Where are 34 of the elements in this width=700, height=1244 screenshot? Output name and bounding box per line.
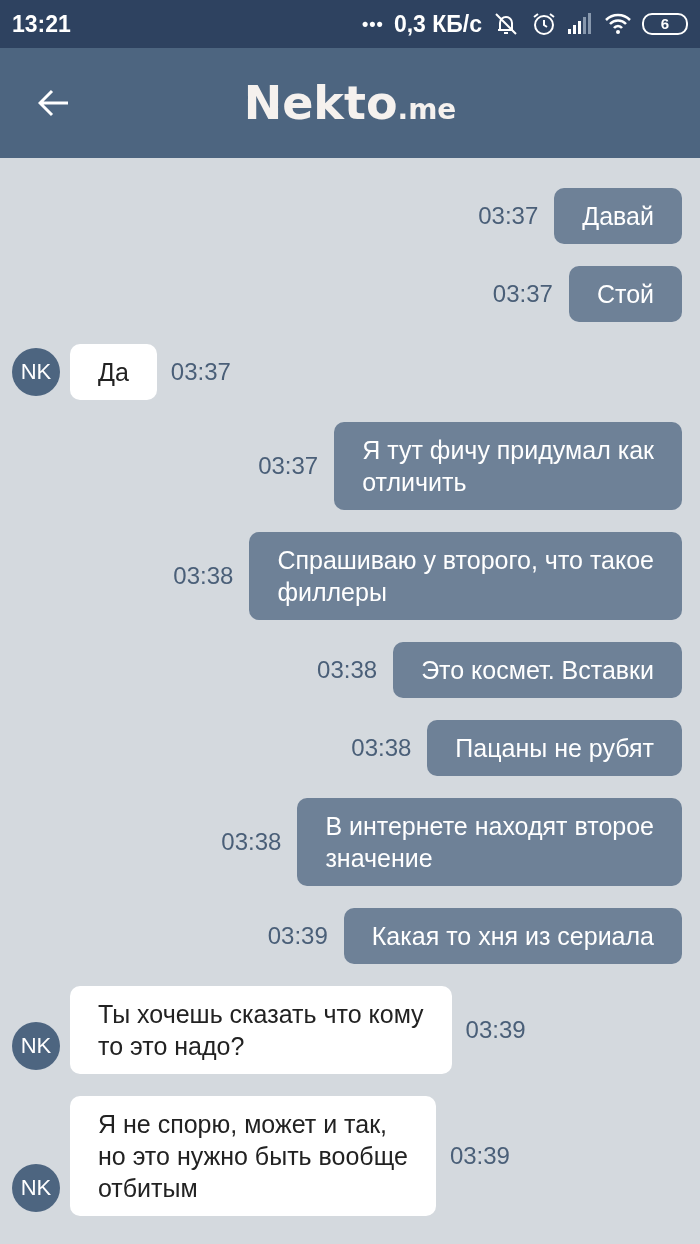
back-arrow-icon[interactable]	[38, 89, 70, 117]
message-bubble: Ты хочешь сказать что кому то это надо?	[70, 986, 452, 1074]
wifi-icon	[604, 13, 632, 35]
message-time: 03:37	[492, 280, 553, 308]
message-bubble: Это космет. Вставки	[393, 642, 682, 698]
message-bubble: Давай	[554, 188, 682, 244]
message-time: 03:37	[170, 358, 231, 386]
message-bubble: Пацаны не рубят	[427, 720, 682, 776]
user-avatar: NK	[12, 1164, 60, 1212]
message-bubble: Да	[70, 344, 157, 400]
signal-icon	[568, 13, 594, 35]
message-time: 03:38	[221, 828, 282, 856]
message-time: 03:38	[317, 656, 378, 684]
battery-indicator: 6	[642, 13, 688, 35]
message-bubble: Я тут фичу придумал как отличить	[334, 422, 682, 510]
user-avatar: NK	[12, 348, 60, 396]
message-time: 03:38	[173, 562, 234, 590]
more-dots: •••	[361, 13, 384, 35]
message-bubble: В интернете находят второе значение	[297, 798, 682, 886]
network-speed: 0,3 КБ/с	[393, 10, 482, 38]
message-bubble: Стой	[568, 266, 682, 322]
logo-domain: .me	[397, 93, 457, 126]
message-bubble: Какая то хня из сериала	[343, 908, 682, 964]
message-time: 03:39	[449, 1142, 510, 1170]
message-time: 03:38	[351, 734, 412, 762]
app-logo: Nekto	[243, 76, 398, 130]
message-time: 03:39	[267, 922, 328, 950]
message-bubble: Я не спорю, может и так, но это нужно быть вообще отбитым	[70, 1096, 436, 1216]
message-time: 03:37	[258, 452, 319, 480]
message-bubble: Спрашиваю у второго, что такое филлеры	[249, 532, 682, 620]
message-time: 03:39	[465, 1016, 526, 1044]
message-time: 03:37	[478, 202, 539, 230]
status-time: 13:21	[12, 10, 71, 38]
user-avatar: NK	[12, 1022, 60, 1070]
